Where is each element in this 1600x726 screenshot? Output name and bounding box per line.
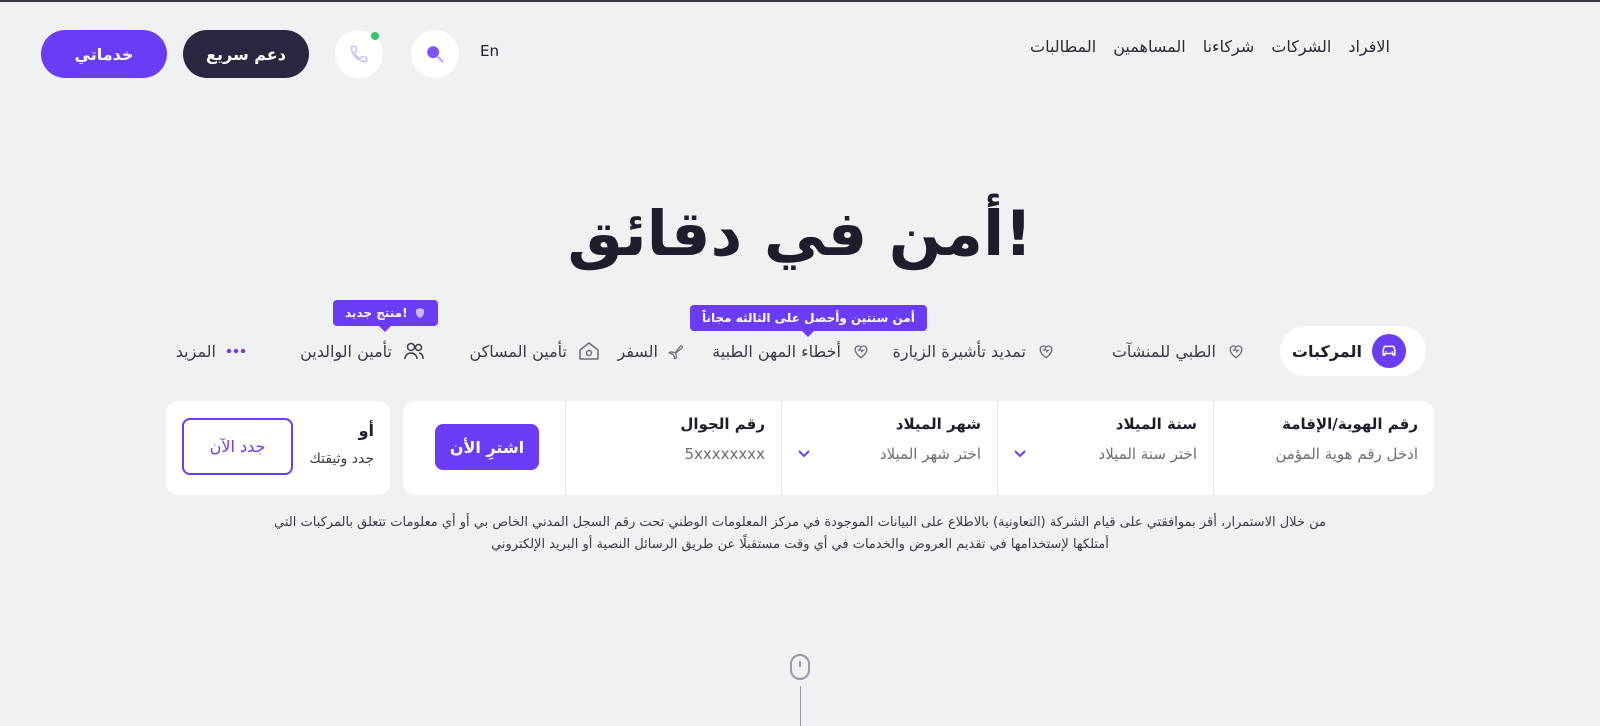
tab-home-insurance[interactable]: تأمين المساكن	[469, 326, 601, 376]
chevron-down-icon	[1014, 450, 1026, 458]
tab-label: المركبات	[1291, 341, 1362, 361]
id-input[interactable]: ادخل رقم هوية المؤمن	[1230, 445, 1418, 463]
nav-item-companies[interactable]: الشركات	[1271, 37, 1331, 56]
mobile-field[interactable]: رقم الجوال 5xxxxxxxx	[565, 401, 781, 495]
placeholder: 5xxxxxxxx	[684, 445, 765, 463]
car-icon	[1372, 334, 1406, 368]
online-status-dot	[371, 32, 379, 40]
insurance-tabs: المركبات الطبي للمنشآت تمديد تأشيرة الزي…	[170, 326, 1426, 376]
heart-pulse-icon	[1039, 345, 1053, 359]
field-label: رقم الهوية/الإقامة	[1282, 415, 1418, 433]
consent-line: من خلال الاستمرار، أقر بموافقتي على قيام…	[274, 515, 1326, 530]
nav-item-partners[interactable]: شركاءنا	[1203, 37, 1255, 56]
search-icon	[427, 46, 444, 63]
tab-label: أخطاء المهن الطبية	[712, 341, 841, 361]
placeholder: اختر شهر الميلاد	[879, 445, 981, 463]
field-label: سنة الميلاد	[1115, 415, 1197, 433]
search-button[interactable]	[411, 30, 459, 78]
tab-label: السفر	[617, 341, 658, 361]
phone-icon	[350, 45, 368, 63]
nav-item-individuals[interactable]: الافراد	[1348, 37, 1390, 56]
mobile-input[interactable]: 5xxxxxxxx	[582, 445, 765, 463]
tab-parents-insurance[interactable]: تأمين الوالدين	[300, 326, 426, 376]
tab-label: تمديد تأشيرة الزيارة	[892, 341, 1026, 361]
renew-subtitle: جدد وثيقتك	[309, 451, 374, 467]
tab-more[interactable]: المزيد	[176, 326, 246, 376]
consent-line: أمتلكها لإستخدامها في تقديم العروض والخد…	[491, 537, 1109, 552]
home-icon	[579, 342, 599, 360]
new-product-badge: منتج جديد!	[333, 300, 438, 332]
main-nav: الافراد الشركات شركاءنا المساهمين المطال…	[1030, 37, 1390, 56]
consent-text: من خلال الاستمرار، أقر بموافقتي على قيام…	[245, 512, 1355, 556]
buy-now-button[interactable]: اشترِ الأن	[435, 424, 539, 470]
heart-pulse-icon	[1229, 345, 1243, 359]
birth-year-field[interactable]: سنة الميلاد اختر سنة الميلاد	[997, 401, 1213, 495]
birth-month-field[interactable]: شهر الميلاد اختر شهر الميلاد	[781, 401, 997, 495]
call-button[interactable]	[335, 30, 383, 78]
tab-label: المزيد	[175, 341, 216, 361]
my-services-button[interactable]: خدماتي	[41, 30, 167, 78]
id-field[interactable]: رقم الهوية/الإقامة ادخل رقم هوية المؤمن	[1213, 401, 1434, 495]
field-label: رقم الجوال	[680, 415, 765, 433]
airplane-icon	[668, 345, 684, 360]
users-icon	[404, 342, 424, 360]
chevron-down-icon	[798, 450, 810, 458]
nav-item-shareholders[interactable]: المساهمين	[1113, 37, 1185, 56]
quote-form: رقم الهوية/الإقامة ادخل رقم هوية المؤمن …	[403, 401, 1434, 495]
tab-label: تأمين الوالدين	[300, 341, 392, 361]
placeholder: اختر سنة الميلاد	[1098, 445, 1197, 463]
tab-medical-malpractice[interactable]: أخطاء المهن الطبية	[712, 326, 871, 376]
birth-year-select[interactable]: اختر سنة الميلاد	[1014, 445, 1197, 463]
nav-item-claims[interactable]: المطالبات	[1030, 37, 1096, 56]
placeholder: ادخل رقم هوية المؤمن	[1275, 445, 1418, 463]
language-switch[interactable]: En	[480, 42, 499, 60]
scroll-mouse-icon	[790, 654, 810, 680]
page-title: أمن في دقائق!	[567, 197, 1033, 270]
or-label: أو	[358, 421, 374, 440]
tab-label: تأمين المساكن	[469, 341, 567, 361]
promo-tooltip: أمن سنتين وأحصل على الثالثه مجاناً	[690, 305, 927, 337]
field-label: شهر الميلاد	[895, 415, 981, 433]
renew-now-button[interactable]: جدد الآن	[182, 418, 293, 475]
quick-support-button[interactable]: دعم سريع	[183, 30, 309, 78]
tab-visit-visa[interactable]: تمديد تأشيرة الزيارة	[893, 326, 1056, 376]
tab-travel[interactable]: السفر	[617, 326, 688, 376]
scroll-indicator-line	[800, 686, 801, 726]
birth-month-select[interactable]: اختر شهر الميلاد	[798, 445, 981, 463]
shield-icon	[415, 308, 424, 318]
tab-label: الطبي للمنشآت	[1111, 341, 1216, 361]
tab-medical-facilities[interactable]: الطبي للمنشآت	[1112, 326, 1246, 376]
more-dots-icon	[226, 348, 246, 354]
renew-card: جدد الآن أو جدد وثيقتك	[166, 401, 390, 495]
tab-vehicles[interactable]: المركبات	[1279, 326, 1426, 376]
heart-pulse-icon	[854, 345, 868, 359]
badge-label: منتج جديد!	[345, 306, 408, 320]
